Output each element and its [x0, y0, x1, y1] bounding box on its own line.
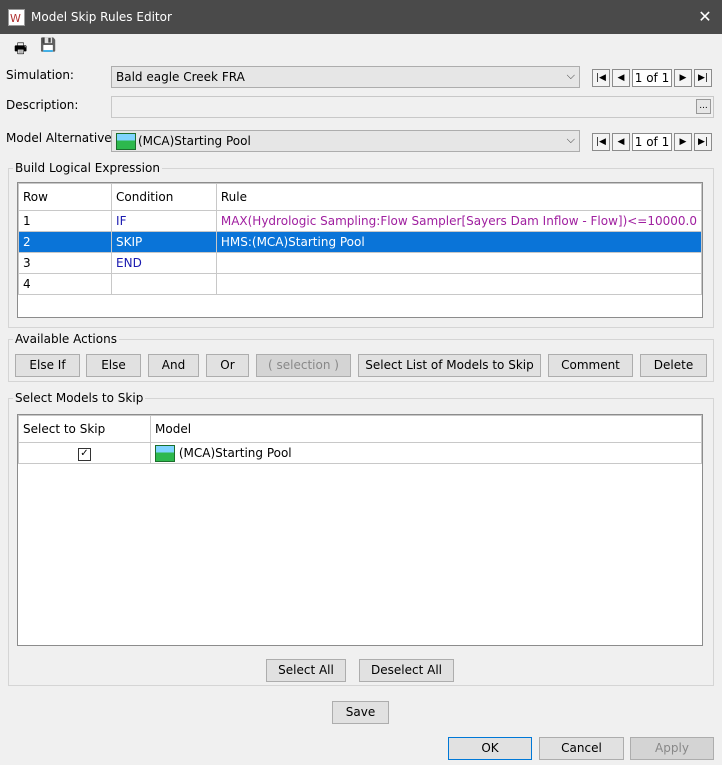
table-row[interactable]: 4 [17, 273, 703, 295]
model-cell[interactable]: (MCA)Starting Pool [150, 442, 702, 464]
table-row[interactable]: ✓ (MCA)Starting Pool [18, 442, 702, 464]
and-button[interactable]: And [148, 354, 199, 377]
column-header-condition[interactable]: Condition [111, 183, 217, 211]
row-number[interactable]: 3 [17, 252, 113, 274]
condition-cell[interactable]: SKIP [111, 231, 217, 253]
simulation-value: Bald eagle Creek FRA [116, 70, 245, 84]
title-bar: W Model Skip Rules Editor ✕ [0, 0, 722, 34]
last-record-button[interactable]: ▶| [694, 69, 712, 87]
column-header-row[interactable]: Row [17, 183, 113, 211]
table-row[interactable]: 1 IF MAX(Hydrologic Sampling:Flow Sample… [17, 210, 703, 232]
row-number[interactable]: 4 [17, 273, 113, 295]
row-number[interactable]: 2 [17, 231, 113, 253]
or-button[interactable]: Or [206, 354, 249, 377]
deselect-all-button[interactable]: Deselect All [359, 659, 454, 682]
description-field[interactable] [111, 96, 714, 118]
chevron-down-icon: ⌵ [566, 69, 575, 82]
table-row[interactable]: 3 END [17, 252, 703, 274]
first-alt-button[interactable]: |◀ [592, 133, 610, 151]
rule-cell[interactable] [215, 252, 703, 274]
ok-button[interactable]: OK [448, 737, 532, 760]
delete-button[interactable]: Delete [640, 354, 707, 377]
skip-checkbox-cell[interactable]: ✓ [18, 442, 151, 464]
next-record-button[interactable]: ▶ [674, 69, 692, 87]
selection-button[interactable]: ( selection ) [256, 354, 351, 377]
save-button[interactable]: Save [332, 701, 389, 724]
available-actions-label: Available Actions [13, 332, 119, 346]
column-header-rule[interactable]: Rule [215, 183, 703, 211]
app-icon: W [8, 9, 25, 26]
model-alternative-value: (MCA)Starting Pool [138, 134, 251, 148]
svg-text:W: W [10, 12, 21, 25]
else-if-button[interactable]: Else If [15, 354, 80, 377]
else-button[interactable]: Else [86, 354, 141, 377]
model-alternative-select[interactable]: (MCA)Starting Pool ⌵ [111, 130, 580, 152]
map-icon [116, 133, 136, 150]
previous-alt-button[interactable]: ◀ [612, 133, 630, 151]
last-alt-button[interactable]: ▶| [694, 133, 712, 151]
simulation-label: Simulation: [6, 68, 74, 82]
previous-record-button[interactable]: ◀ [612, 69, 630, 87]
simulation-select[interactable]: Bald eagle Creek FRA ⌵ [111, 66, 580, 88]
column-header-model[interactable]: Model [150, 415, 702, 443]
condition-cell[interactable]: IF [111, 210, 217, 232]
build-expression-label: Build Logical Expression [13, 161, 162, 175]
rule-cell[interactable]: HMS:(MCA)Starting Pool [215, 231, 703, 253]
rule-cell[interactable]: MAX(Hydrologic Sampling:Flow Sampler[Say… [215, 210, 703, 232]
next-alt-button[interactable]: ▶ [674, 133, 692, 151]
print-icon[interactable]: 🖶 [14, 38, 34, 57]
table-row-selected[interactable]: 2 SKIP HMS:(MCA)Starting Pool [17, 231, 703, 253]
models-table: Select to Skip Model ✓ (MCA)Starting Poo… [17, 414, 703, 646]
model-alternative-count: 1 of 1 [632, 133, 672, 151]
select-list-of-models-button[interactable]: Select List of Models to Skip [358, 354, 541, 377]
first-record-button[interactable]: |◀ [592, 69, 610, 87]
comment-button[interactable]: Comment [548, 354, 633, 377]
condition-cell[interactable]: END [111, 252, 217, 274]
map-icon [155, 444, 175, 462]
chevron-down-icon: ⌵ [566, 133, 575, 146]
description-browse-button[interactable]: ... [696, 99, 711, 114]
rule-cell[interactable] [215, 273, 703, 295]
select-all-button[interactable]: Select All [266, 659, 346, 682]
simulation-count: 1 of 1 [632, 69, 672, 87]
close-icon[interactable]: ✕ [694, 6, 716, 28]
model-alternative-label: Model Alternative: [6, 131, 116, 145]
cancel-button[interactable]: Cancel [539, 737, 624, 760]
window-title: Model Skip Rules Editor [31, 10, 172, 24]
description-label: Description: [6, 98, 79, 112]
model-name: (MCA)Starting Pool [178, 445, 292, 460]
save-icon[interactable]: 💾 [40, 38, 58, 56]
apply-button[interactable]: Apply [630, 737, 714, 760]
select-models-label: Select Models to Skip [13, 391, 146, 405]
row-number[interactable]: 1 [17, 210, 113, 232]
skip-checkbox[interactable]: ✓ [78, 448, 91, 461]
expression-table: Row Condition Rule 1 IF MAX(Hydrologic S… [17, 182, 703, 318]
column-header-select[interactable]: Select to Skip [18, 415, 151, 443]
condition-cell[interactable] [111, 273, 217, 295]
